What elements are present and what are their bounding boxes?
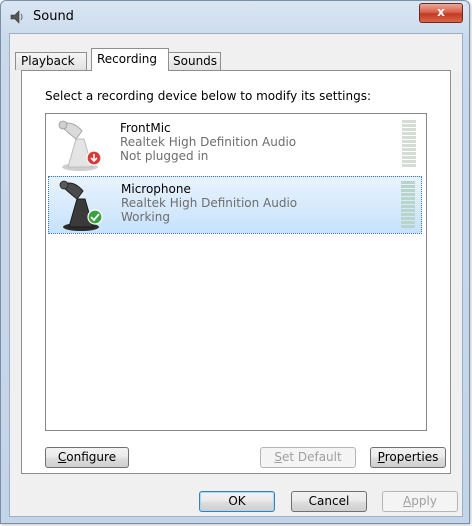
set-default-button[interactable]: Set Default (260, 447, 356, 468)
speaker-icon (10, 10, 23, 24)
device-name: Microphone (121, 182, 191, 196)
configure-button[interactable]: Configure (45, 447, 129, 468)
tab-playback[interactable]: Playback (15, 52, 87, 70)
close-button[interactable]: x (419, 3, 463, 23)
tab-sounds[interactable]: Sounds (167, 52, 221, 70)
device-list[interactable]: FrontMic Realtek High Definition Audio N… (45, 113, 427, 431)
recording-panel: Select a recording device below to modif… (21, 70, 451, 474)
instruction-text: Select a recording device below to modif… (45, 89, 372, 103)
tab-recording[interactable]: Recording (91, 48, 169, 71)
device-description: Realtek High Definition Audio (120, 135, 297, 149)
level-meter (401, 181, 415, 231)
level-meter (402, 120, 416, 170)
microphone-icon (59, 180, 99, 231)
title-bar[interactable]: Sound x (1, 1, 469, 33)
device-name: FrontMic (120, 121, 171, 135)
check-badge-icon (87, 209, 103, 225)
device-item-microphone[interactable]: Microphone Realtek High Definition Audio… (48, 176, 422, 234)
sound-dialog: Sound x Playback Recording Sounds Select… (0, 0, 470, 524)
device-description: Realtek High Definition Audio (121, 196, 298, 210)
device-item-frontmic[interactable]: FrontMic Realtek High Definition Audio N… (48, 116, 422, 174)
ok-button[interactable]: OK (199, 491, 275, 512)
cancel-button[interactable]: Cancel (291, 491, 367, 512)
apply-button[interactable]: Apply (382, 491, 458, 512)
properties-button[interactable]: Properties (370, 447, 446, 468)
down-arrow-badge-icon (86, 150, 102, 166)
window-title: Sound (33, 9, 74, 24)
device-status: Working (121, 210, 170, 224)
device-status: Not plugged in (120, 149, 209, 163)
